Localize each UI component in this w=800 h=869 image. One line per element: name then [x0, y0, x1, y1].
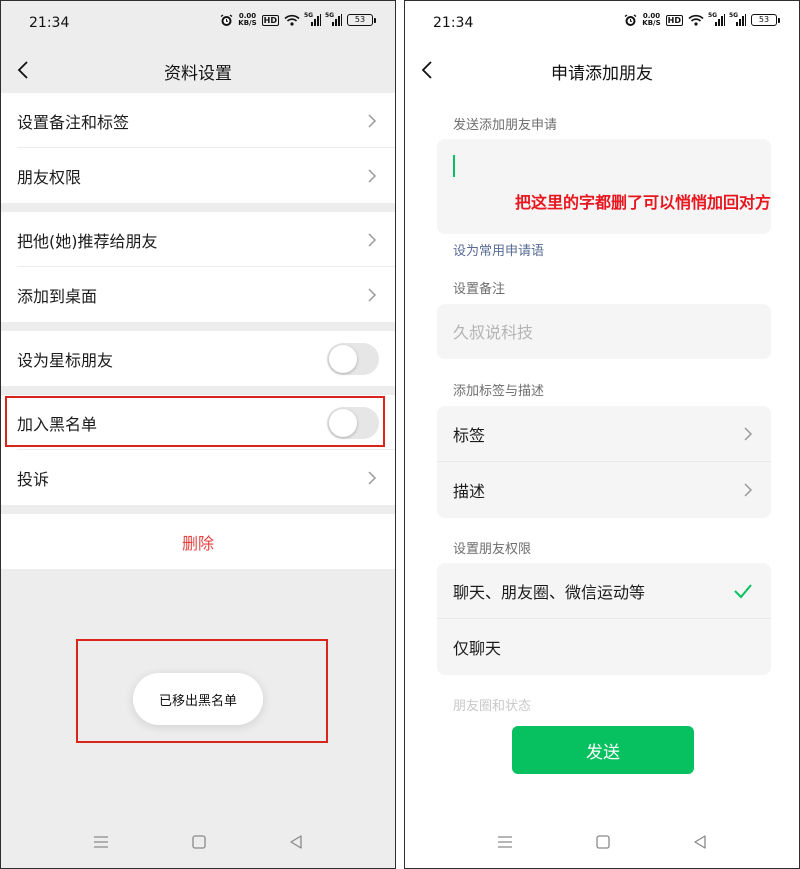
- tags-card: 标签 描述: [437, 406, 771, 518]
- net-speed: 0.00 KB/S: [238, 12, 257, 27]
- toast-message: 已移出黑名单: [133, 673, 263, 725]
- row-label: 设置备注和标签: [17, 112, 130, 132]
- remark-label: 设置备注: [453, 282, 506, 297]
- checkmark-icon: [734, 584, 752, 599]
- chevron-right-icon: [368, 232, 377, 247]
- page-title: 申请添加朋友: [551, 64, 653, 84]
- screenshot-root: 21:34 0.00KB/S HD 5G 5G 53 资料设置 设置备注和标签: [0, 0, 800, 869]
- nav-bar: 申请添加朋友: [405, 47, 799, 93]
- back-nav-icon[interactable]: [288, 834, 304, 850]
- settings-group-5: 删除: [1, 514, 395, 569]
- chevron-right-icon: [744, 427, 753, 441]
- permissions-card: 聊天、朋友圈、微信运动等 仅聊天: [437, 563, 771, 675]
- alarm-icon: [624, 13, 637, 26]
- chevron-right-icon: [744, 483, 753, 497]
- status-bar: 21:34 0.00 KB/S HD 5G 5G 53: [405, 1, 799, 47]
- hd-icon: HD: [665, 14, 683, 26]
- system-nav-bar: [1, 818, 395, 868]
- row-label: 描述: [453, 482, 486, 501]
- request-message-input[interactable]: 把这里的字都删了可以悄悄加回对方: [437, 139, 771, 234]
- status-time: 21:34: [29, 15, 70, 31]
- profile-settings-screen: 21:34 0.00KB/S HD 5G 5G 53 资料设置 设置备注和标签: [0, 0, 396, 869]
- row-tags[interactable]: 标签: [437, 406, 771, 462]
- chevron-right-icon: [368, 168, 377, 183]
- add-friend-request-screen: 21:34 0.00 KB/S HD 5G 5G 53 申请添加朋友 发送添加朋友…: [404, 0, 800, 869]
- status-time: 21:34: [433, 15, 474, 31]
- row-add-to-desktop[interactable]: 添加到桌面: [1, 267, 395, 322]
- star-toggle[interactable]: [327, 342, 379, 375]
- chevron-right-icon: [368, 287, 377, 302]
- set-common-phrase-link[interactable]: 设为常用申请语: [453, 240, 544, 259]
- wifi-icon: [284, 14, 300, 26]
- signal-icon: 5G: [708, 12, 725, 26]
- status-bar: 21:34 0.00 KB/S HD 5G 5G 53: [1, 1, 395, 47]
- row-label: 朋友权限: [17, 167, 82, 187]
- row-label: 添加到桌面: [17, 286, 98, 306]
- chevron-right-icon: [368, 470, 377, 485]
- settings-group-1: 设置备注和标签 朋友权限: [1, 93, 395, 203]
- alarm-icon: [220, 13, 233, 26]
- nav-bar: 资料设置: [1, 47, 395, 93]
- hd-icon: HD: [261, 14, 279, 26]
- row-label: 聊天、朋友圈、微信运动等: [453, 583, 646, 602]
- row-label: 把他(她)推荐给朋友: [17, 231, 158, 251]
- status-icons: 0.00 KB/S HD 5G 5G 53: [220, 12, 376, 27]
- settings-group-2: 把他(她)推荐给朋友 添加到桌面: [1, 212, 395, 322]
- moments-label: 朋友圈和状态: [453, 699, 532, 714]
- option-all-permissions[interactable]: 聊天、朋友圈、微信运动等: [437, 563, 771, 619]
- home-icon[interactable]: [191, 834, 207, 850]
- row-star-friend: 设为星标朋友: [1, 331, 395, 386]
- row-label: 设为星标朋友: [17, 350, 114, 370]
- signal-icon-2: 5G: [729, 12, 746, 26]
- option-chat-only[interactable]: 仅聊天: [437, 619, 771, 675]
- row-complaint[interactable]: 投诉: [1, 450, 395, 505]
- signal-icon-2: 5G: [325, 12, 342, 26]
- signal-icon: 5G: [304, 12, 321, 26]
- tags-label: 添加标签与描述: [453, 384, 545, 399]
- remark-placeholder: 久叔说科技: [453, 323, 534, 342]
- home-icon[interactable]: [595, 834, 611, 850]
- text-caret: [453, 155, 455, 177]
- delete-button[interactable]: 删除: [1, 514, 395, 569]
- battery-icon: 53: [751, 14, 780, 26]
- row-friend-permissions[interactable]: 朋友权限: [1, 148, 395, 203]
- row-remark-tags[interactable]: 设置备注和标签: [1, 93, 395, 148]
- system-nav-bar: [405, 818, 799, 868]
- battery-icon: 53: [347, 14, 376, 26]
- status-icons: 0.00 KB/S HD 5G 5G 53: [624, 12, 780, 27]
- remark-input[interactable]: 久叔说科技: [437, 304, 771, 359]
- chevron-right-icon: [368, 113, 377, 128]
- row-recommend[interactable]: 把他(她)推荐给朋友: [1, 212, 395, 267]
- net-speed: 0.00 KB/S: [642, 12, 661, 27]
- page-title: 资料设置: [164, 64, 232, 84]
- annotation-text: 把这里的字都删了可以悄悄加回对方: [514, 193, 771, 212]
- row-label: 仅聊天: [453, 639, 502, 658]
- highlight-box-blacklist: [5, 396, 385, 447]
- wifi-icon: [688, 14, 704, 26]
- permissions-label: 设置朋友权限: [453, 542, 532, 557]
- row-label: 投诉: [17, 469, 50, 489]
- menu-icon[interactable]: [93, 834, 109, 850]
- row-description[interactable]: 描述: [437, 462, 771, 518]
- menu-icon[interactable]: [497, 834, 513, 850]
- back-nav-icon[interactable]: [692, 834, 708, 850]
- send-button[interactable]: 发送: [512, 726, 694, 774]
- request-label: 发送添加朋友申请: [453, 118, 558, 133]
- row-label: 标签: [453, 426, 486, 445]
- settings-group-3: 设为星标朋友: [1, 331, 395, 386]
